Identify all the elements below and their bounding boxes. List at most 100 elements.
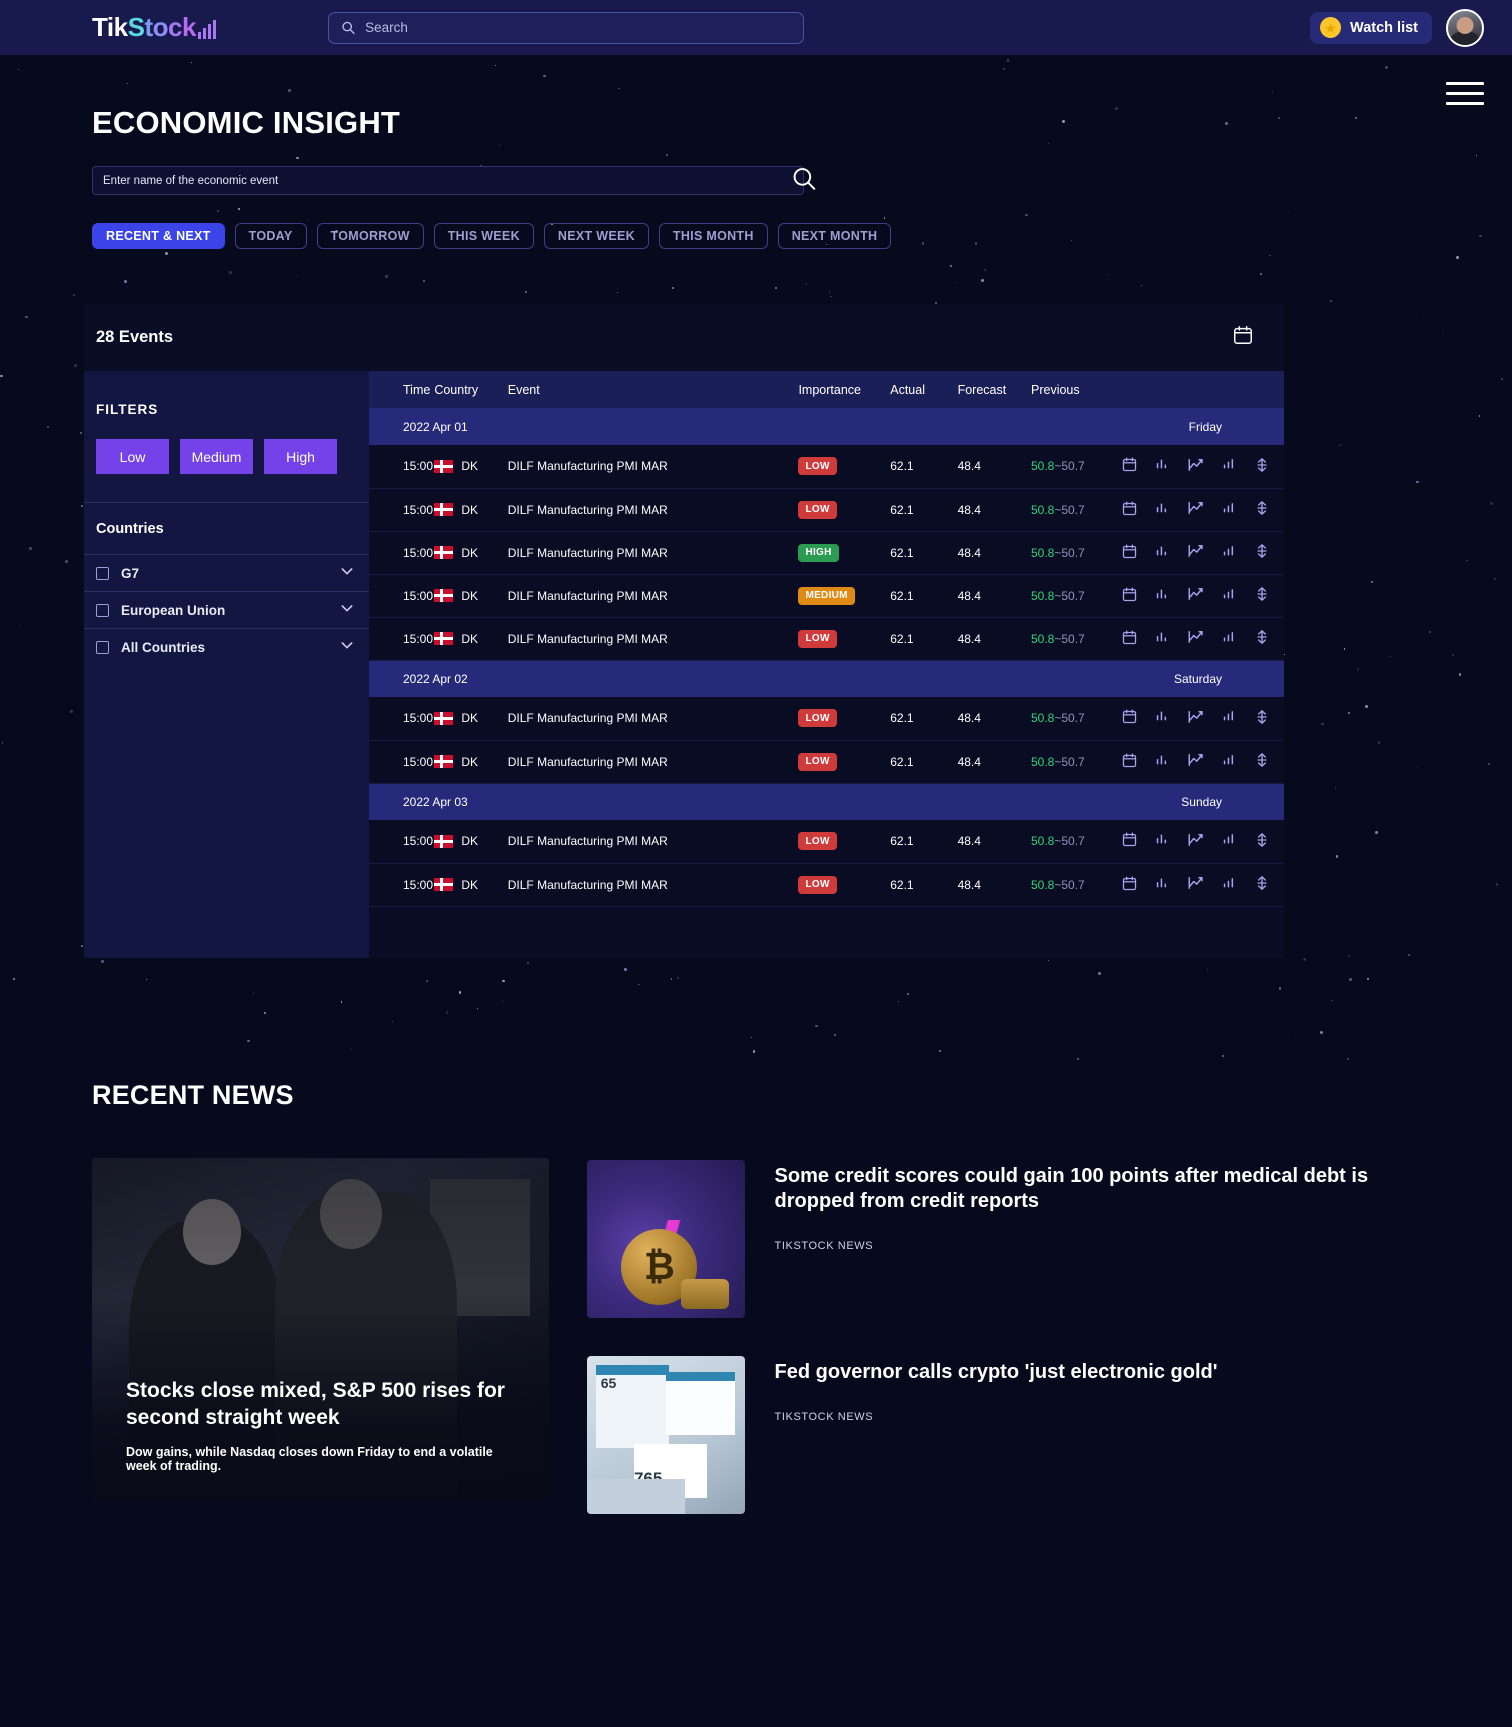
table-row[interactable]: 15:00 DK DILF Manufacturing PMI MAR LOW … [369, 740, 1284, 783]
user-avatar[interactable] [1446, 8, 1484, 47]
calendar-icon[interactable] [1121, 752, 1138, 772]
range-tab-recent-next[interactable]: RECENT & NEXT [92, 223, 225, 249]
chevron-down-icon[interactable] [339, 563, 355, 584]
calendar-icon[interactable] [1121, 500, 1138, 520]
logo-part-s: S [127, 12, 145, 42]
search-icon[interactable] [791, 165, 817, 196]
country-group-g7[interactable]: G7 [84, 554, 369, 591]
bar-chart-alt-icon[interactable] [1221, 456, 1238, 476]
chevron-down-icon[interactable] [339, 600, 355, 621]
line-chart-icon[interactable] [1187, 628, 1205, 649]
calendar-icon[interactable] [1121, 586, 1138, 606]
bar-chart-icon[interactable] [1154, 586, 1171, 606]
line-chart-icon[interactable] [1187, 542, 1205, 563]
line-chart-icon[interactable] [1187, 456, 1205, 477]
bar-chart-icon[interactable] [1154, 708, 1171, 728]
filter-high-button[interactable]: High [264, 439, 337, 474]
bar-chart-alt-icon[interactable] [1221, 752, 1238, 772]
table-row[interactable]: 15:00 DK DILF Manufacturing PMI MAR LOW … [369, 863, 1284, 906]
calendar-icon[interactable] [1121, 875, 1138, 895]
news-item-body: Some credit scores could gain 100 points… [775, 1160, 1420, 1318]
filter-low-button[interactable]: Low [96, 439, 169, 474]
bar-chart-icon[interactable] [1154, 752, 1171, 772]
table-row[interactable]: 15:00 DK DILF Manufacturing PMI MAR LOW … [369, 820, 1284, 863]
events-panel: 28 Events FILTERS Low Medium High Countr… [84, 304, 1284, 958]
updown-arrow-icon[interactable] [1254, 708, 1270, 729]
bar-chart-icon[interactable] [1154, 543, 1171, 563]
bar-chart-icon[interactable] [1154, 831, 1171, 851]
line-chart-icon[interactable] [1187, 585, 1205, 606]
column-header-country[interactable]: Country [434, 371, 508, 408]
bar-chart-alt-icon[interactable] [1221, 708, 1238, 728]
range-tab-next-week[interactable]: NEXT WEEK [543, 223, 649, 249]
table-row[interactable]: 15:00 DK DILF Manufacturing PMI MAR LOW … [369, 488, 1284, 531]
chevron-down-icon[interactable] [339, 637, 355, 658]
table-row[interactable]: 15:00 DK DILF Manufacturing PMI MAR LOW … [369, 445, 1284, 488]
updown-arrow-icon[interactable] [1254, 831, 1270, 852]
calendar-icon[interactable] [1232, 324, 1254, 351]
column-header-event[interactable]: Event [507, 371, 799, 408]
column-header-forecast[interactable]: Forecast [957, 371, 1031, 408]
watchlist-button[interactable]: ★ Watch list [1310, 11, 1432, 44]
denmark-flag [434, 459, 454, 473]
calendar-icon[interactable] [1121, 543, 1138, 563]
bar-chart-alt-icon[interactable] [1221, 500, 1238, 520]
news-list-item[interactable]: 65 765 Fed governor calls crypto 'just e… [586, 1356, 1420, 1514]
filter-medium-button[interactable]: Medium [180, 439, 253, 474]
country-group-european-union[interactable]: European Union [84, 591, 369, 628]
global-search-box[interactable] [327, 11, 804, 44]
column-header-importance[interactable]: Importance [798, 371, 891, 408]
bar-chart-icon[interactable] [1154, 456, 1171, 476]
bar-chart-alt-icon[interactable] [1221, 586, 1238, 606]
updown-arrow-icon[interactable] [1254, 542, 1270, 563]
hero-news-card[interactable]: Stocks close mixed, S&P 500 rises for se… [92, 1158, 549, 1501]
calendar-icon[interactable] [1121, 708, 1138, 728]
bar-chart-alt-icon[interactable] [1221, 543, 1238, 563]
bar-chart-icon[interactable] [1154, 500, 1171, 520]
range-tab-tomorrow[interactable]: TOMORROW [316, 223, 424, 249]
range-tab-today[interactable]: TODAY [234, 223, 307, 249]
news-list-item[interactable]: ₿ Some credit scores could gain 100 poin… [586, 1160, 1420, 1318]
range-tab-this-week[interactable]: THIS WEEK [433, 223, 534, 249]
checkbox-european-union[interactable] [96, 603, 109, 617]
calendar-icon[interactable] [1121, 831, 1138, 851]
line-chart-icon[interactable] [1187, 499, 1205, 520]
line-chart-icon[interactable] [1187, 831, 1205, 852]
calendar-icon[interactable] [1121, 629, 1138, 649]
updown-arrow-icon[interactable] [1254, 499, 1270, 520]
range-tab-next-month[interactable]: NEXT MONTH [777, 223, 892, 249]
updown-arrow-icon[interactable] [1254, 585, 1270, 606]
bar-chart-alt-icon[interactable] [1221, 629, 1238, 649]
cell-country: DK [434, 531, 508, 574]
column-header-previous[interactable]: Previous [1031, 371, 1121, 408]
table-row[interactable]: 15:00 DK DILF Manufacturing PMI MAR MEDI… [369, 574, 1284, 617]
bar-chart-alt-icon[interactable] [1221, 831, 1238, 851]
calendar-icon[interactable] [1121, 456, 1138, 476]
economic-event-search-input[interactable] [103, 174, 793, 187]
line-chart-icon[interactable] [1187, 708, 1205, 729]
bar-chart-icon[interactable] [1154, 875, 1171, 895]
updown-arrow-icon[interactable] [1254, 456, 1270, 477]
table-row[interactable]: 15:00 DK DILF Manufacturing PMI MAR HIGH… [369, 531, 1284, 574]
table-row[interactable]: 15:00 DK DILF Manufacturing PMI MAR LOW … [369, 697, 1284, 740]
news-grid: Stocks close mixed, S&P 500 rises for se… [92, 1158, 1420, 1514]
table-row[interactable]: 15:00 DK DILF Manufacturing PMI MAR LOW … [369, 617, 1284, 660]
bar-chart-icon[interactable] [1154, 629, 1171, 649]
updown-arrow-icon[interactable] [1254, 628, 1270, 649]
line-chart-icon[interactable] [1187, 874, 1205, 895]
checkbox-all-countries[interactable] [96, 640, 109, 654]
brand-logo[interactable]: Tik St o c k [92, 12, 216, 43]
search-input[interactable] [365, 20, 791, 35]
column-header-actual[interactable]: Actual [890, 371, 958, 408]
updown-arrow-icon[interactable] [1254, 874, 1270, 895]
hamburger-menu-icon[interactable] [1446, 82, 1484, 105]
range-tab-this-month[interactable]: THIS MONTH [658, 223, 768, 249]
bar-chart-alt-icon[interactable] [1221, 875, 1238, 895]
updown-arrow-icon[interactable] [1254, 751, 1270, 772]
economic-event-search-box[interactable] [92, 166, 816, 195]
country-group-all-countries[interactable]: All Countries [84, 628, 369, 665]
checkbox-g7[interactable] [96, 566, 109, 580]
search-icon [342, 21, 355, 35]
column-header-time[interactable]: Time [369, 371, 435, 408]
line-chart-icon[interactable] [1187, 751, 1205, 772]
